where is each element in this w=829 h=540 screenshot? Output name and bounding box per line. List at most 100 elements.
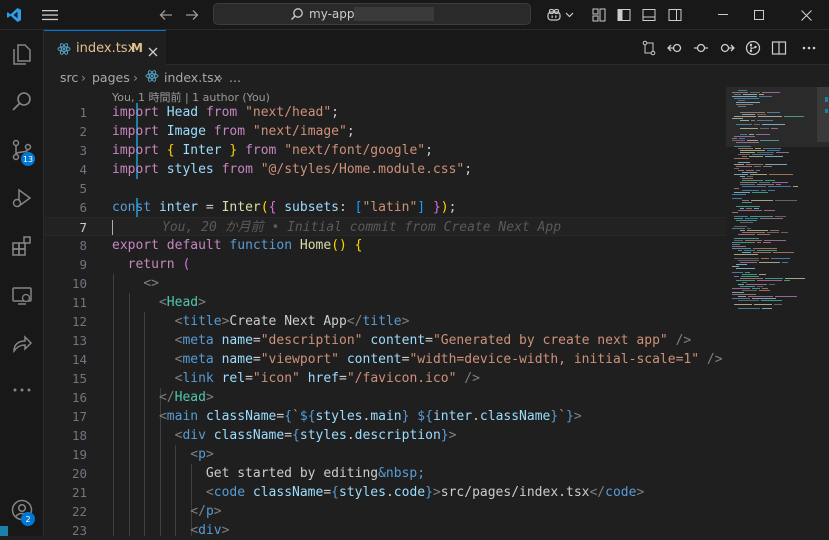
minimap-line	[734, 254, 758, 255]
minimap-line	[759, 262, 780, 263]
toggle-primary-sidebar-icon[interactable]	[615, 0, 633, 30]
more-actions-icon[interactable]	[798, 30, 820, 65]
tab-bar: index.tsx M	[44, 30, 829, 65]
forward-arrow-icon[interactable]	[182, 0, 202, 30]
minimap-line	[759, 182, 770, 183]
code-line: 10 <>	[71, 276, 159, 291]
minimap-line	[736, 280, 755, 281]
source-control-icon[interactable]: 13	[0, 130, 44, 170]
minimap-line	[745, 272, 750, 273]
minimap-line	[759, 96, 772, 97]
minimap-line	[750, 92, 760, 93]
accounts-icon[interactable]: 2	[0, 490, 44, 530]
vscode-logo	[4, 0, 24, 30]
previous-change-icon[interactable]	[664, 30, 686, 65]
minimap-line	[762, 124, 785, 125]
minimap-line	[732, 248, 751, 249]
code-line: 20 Get started by editing&nbsp;	[71, 466, 426, 481]
live-share-icon[interactable]	[0, 324, 44, 364]
minimap-line	[732, 288, 750, 289]
back-arrow-icon[interactable]	[156, 0, 176, 30]
remote-explorer-icon[interactable]	[0, 276, 44, 316]
minimap-line	[742, 252, 751, 253]
next-change-icon[interactable]	[716, 30, 738, 65]
git-lens-icon[interactable]	[742, 30, 764, 65]
chevron-down-icon[interactable]	[563, 0, 575, 30]
minimap-line	[736, 102, 760, 103]
minimap-line	[738, 170, 744, 171]
minimap-line	[736, 268, 755, 269]
copilot-icon[interactable]	[544, 0, 564, 30]
menu-icon[interactable]	[38, 0, 62, 30]
command-center-search[interactable]: my-app	[213, 3, 531, 25]
minimap-line	[756, 134, 770, 135]
minimap-line	[738, 284, 744, 285]
open-changes-icon[interactable]	[638, 30, 660, 65]
minimap-line	[742, 232, 765, 233]
maximize-icon[interactable]	[736, 0, 782, 30]
extensions-icon[interactable]	[0, 226, 44, 266]
minimap-line	[782, 262, 788, 263]
minimap-line	[738, 210, 762, 211]
minimap-line	[767, 150, 780, 151]
run-debug-icon[interactable]	[0, 178, 44, 218]
code-line: 5	[79, 181, 87, 196]
minimap-line	[732, 246, 746, 247]
minimap-line	[734, 238, 759, 239]
minimap-line	[732, 294, 756, 295]
scrollbar-thumb[interactable]	[817, 87, 829, 142]
git-commit-icon[interactable]	[690, 30, 712, 65]
minimap-line	[738, 90, 747, 91]
close-icon[interactable]	[148, 42, 158, 61]
breadcrumb-item-more[interactable]: ...	[229, 70, 241, 85]
minimap-line	[736, 124, 752, 125]
minimap-line	[734, 116, 756, 117]
minimap-line	[742, 180, 763, 181]
explorer-icon[interactable]	[0, 34, 44, 74]
minimap-line	[753, 252, 771, 253]
minimap-line	[755, 148, 761, 149]
minimap-line	[738, 154, 750, 155]
minimap-line	[740, 208, 744, 209]
close-icon[interactable]	[783, 0, 829, 30]
minimap-line	[757, 250, 777, 251]
code-line: 22 </p>	[71, 504, 222, 519]
code-line: 12 <title>Create Next App</title>	[71, 314, 410, 329]
code-editor[interactable]: 1 import Head from "next/head"; 2 import I…	[44, 103, 726, 538]
minimap-line	[757, 152, 774, 153]
code-line: 18 <div className={styles.description}>	[71, 428, 457, 443]
minimap-line	[740, 152, 755, 153]
code-line: 14 <meta name="viewport" content="width=…	[71, 352, 723, 367]
toggle-secondary-sidebar-icon[interactable]	[666, 0, 684, 30]
minimap-line	[736, 166, 752, 167]
minimap-line	[749, 156, 763, 157]
minimap-line	[732, 266, 739, 267]
breadcrumb-item-pages[interactable]: pages	[92, 70, 130, 85]
split-editor-icon[interactable]	[768, 30, 790, 65]
tab-index-tsx[interactable]: index.tsx M	[44, 30, 166, 65]
minimap-line	[751, 200, 773, 201]
minimap-line	[742, 202, 752, 203]
activity-bar: 13 2	[0, 30, 44, 536]
minimap-line	[740, 134, 747, 135]
minimap-line	[762, 92, 780, 93]
breadcrumb-item-src[interactable]: src	[60, 70, 78, 85]
minimap-line	[740, 182, 757, 183]
minimap-line	[734, 216, 748, 217]
minimap-line	[734, 146, 751, 147]
minimap-line	[740, 112, 765, 113]
minimap[interactable]	[726, 87, 829, 536]
minimap-line	[734, 168, 739, 169]
breadcrumb-item-file[interactable]: index.tsx	[164, 70, 221, 85]
minimap-line	[742, 190, 759, 191]
minimap-line	[742, 156, 747, 157]
minimap-line	[756, 170, 760, 171]
minimap-line	[746, 164, 763, 165]
customize-layout-icon[interactable]	[590, 0, 608, 30]
search-icon[interactable]	[0, 82, 44, 122]
minimap-line	[762, 288, 768, 289]
more-icon[interactable]	[0, 370, 44, 410]
minimap-line	[732, 292, 744, 293]
toggle-panel-icon[interactable]	[640, 0, 658, 30]
minimap-line	[732, 118, 743, 119]
